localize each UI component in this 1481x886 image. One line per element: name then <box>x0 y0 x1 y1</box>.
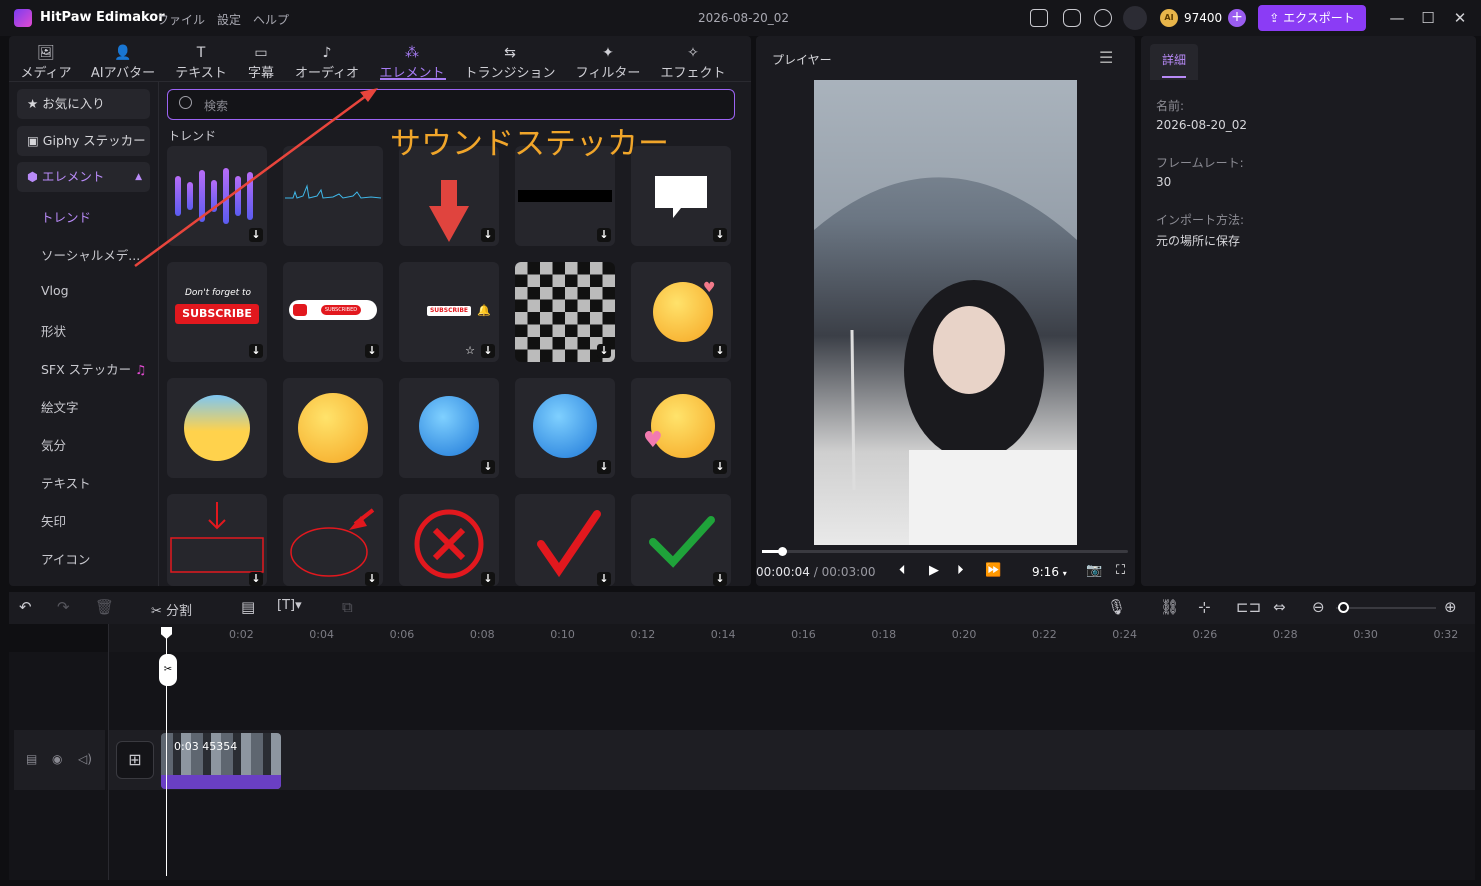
ruler-tick-label: 0:24 <box>1112 628 1137 641</box>
play-icon[interactable]: ▶ <box>929 563 939 578</box>
zoom-slider-track[interactable] <box>1336 607 1436 609</box>
ruler-tick-label: 0:06 <box>389 628 415 641</box>
eye-icon[interactable]: ◉ <box>52 752 62 766</box>
split-marker-icon[interactable]: ✂ <box>159 654 177 686</box>
camera-icon[interactable]: 📷 <box>1086 563 1102 578</box>
ruler-tick-label: 0:26 <box>1192 628 1218 641</box>
prev-frame-icon[interactable]: ⏴ <box>899 563 906 578</box>
ruler-tick-label: 0:32 <box>1433 628 1459 641</box>
fit-timeline-icon[interactable]: ⇔ <box>1273 598 1286 616</box>
split-button[interactable]: ✂ 分割 <box>151 600 192 619</box>
clip-label: 0:03 45354 <box>174 740 238 753</box>
undo-icon[interactable]: ↶ <box>19 598 32 616</box>
video-track <box>109 730 1475 790</box>
player-title: プレイヤー <box>772 53 832 67</box>
zoom-in-icon[interactable]: ⊕ <box>1444 598 1457 616</box>
zoom-out-icon[interactable]: ⊖ <box>1312 598 1325 616</box>
ruler-tick-label: 0:30 <box>1353 628 1378 641</box>
subtitle-tool-icon[interactable]: ▤ <box>241 598 255 616</box>
hamburger-menu-icon[interactable]: ☰ <box>1099 48 1113 67</box>
current-time: 00:00:04 <box>756 565 810 579</box>
ruler-tick-label: 0:02 <box>229 628 254 641</box>
import-value: 元の場所に保存 <box>1156 234 1241 248</box>
tab-details[interactable]: 詳細 <box>1150 44 1198 80</box>
speaker-icon[interactable]: ◁) <box>78 752 92 766</box>
text-tool-dropdown[interactable]: [T]▾ <box>277 598 302 613</box>
total-time: / 00:03:00 <box>813 565 876 579</box>
clip-audio-bar <box>161 775 281 789</box>
fps-value: 30 <box>1156 175 1172 189</box>
playback-progress-track[interactable] <box>762 550 1128 553</box>
ruler-tick-label: 0:18 <box>871 628 897 641</box>
playback-time: 00:00:04 / 00:03:00 <box>756 565 876 579</box>
details-tab-underline <box>1162 76 1186 78</box>
ruler-tick-label: 0:20 <box>951 628 977 641</box>
detach-icon[interactable]: ⊹ <box>1198 598 1211 616</box>
lock-icon[interactable]: ▤ <box>26 752 37 766</box>
chevron-down-icon: ▾ <box>1062 569 1067 578</box>
video-preview[interactable] <box>814 80 1077 545</box>
fullscreen-icon[interactable]: ⛶ <box>1116 563 1125 578</box>
name-label: 名前: <box>1156 99 1185 113</box>
trim-icon[interactable]: ⊏⊐ <box>1236 598 1261 616</box>
zoom-slider-knob[interactable] <box>1338 602 1349 613</box>
playback-scrubber[interactable] <box>778 547 787 556</box>
aspect-ratio-select[interactable]: 9:16 ▾ <box>1032 565 1067 579</box>
ruler-tick-label: 0:04 <box>309 628 334 641</box>
ruler-tick-label: 0:22 <box>1032 628 1057 641</box>
link-icon[interactable]: ⛓ <box>1160 598 1179 616</box>
ruler-tick-label: 0:12 <box>630 628 656 641</box>
fast-forward-icon[interactable]: ⏩ <box>985 563 1001 578</box>
next-frame-icon[interactable]: ⏵ <box>957 563 964 578</box>
fps-label: フレームレート: <box>1156 156 1244 170</box>
name-value: 2026-08-20_02 <box>1156 118 1248 132</box>
microphone-icon[interactable]: 🎙 <box>1107 598 1126 616</box>
import-label: インポート方法: <box>1156 213 1245 227</box>
export-frame-icon[interactable]: ⧉ <box>342 598 353 616</box>
ruler-tick-label: 0:10 <box>550 628 575 641</box>
ruler-tick-label: 0:08 <box>469 628 495 641</box>
delete-icon[interactable]: 🗑 <box>95 598 114 616</box>
scissors-icon: ✂ <box>151 604 167 619</box>
ruler-tick-label: 0:14 <box>710 628 736 641</box>
track-header: ▤ ◉ ◁) <box>14 730 105 790</box>
ruler-tick-label: 0:16 <box>791 628 816 641</box>
ruler-tick-label: 0:28 <box>1272 628 1298 641</box>
add-media-button[interactable]: ⊞ <box>116 741 154 779</box>
redo-icon[interactable]: ↷ <box>57 598 70 616</box>
